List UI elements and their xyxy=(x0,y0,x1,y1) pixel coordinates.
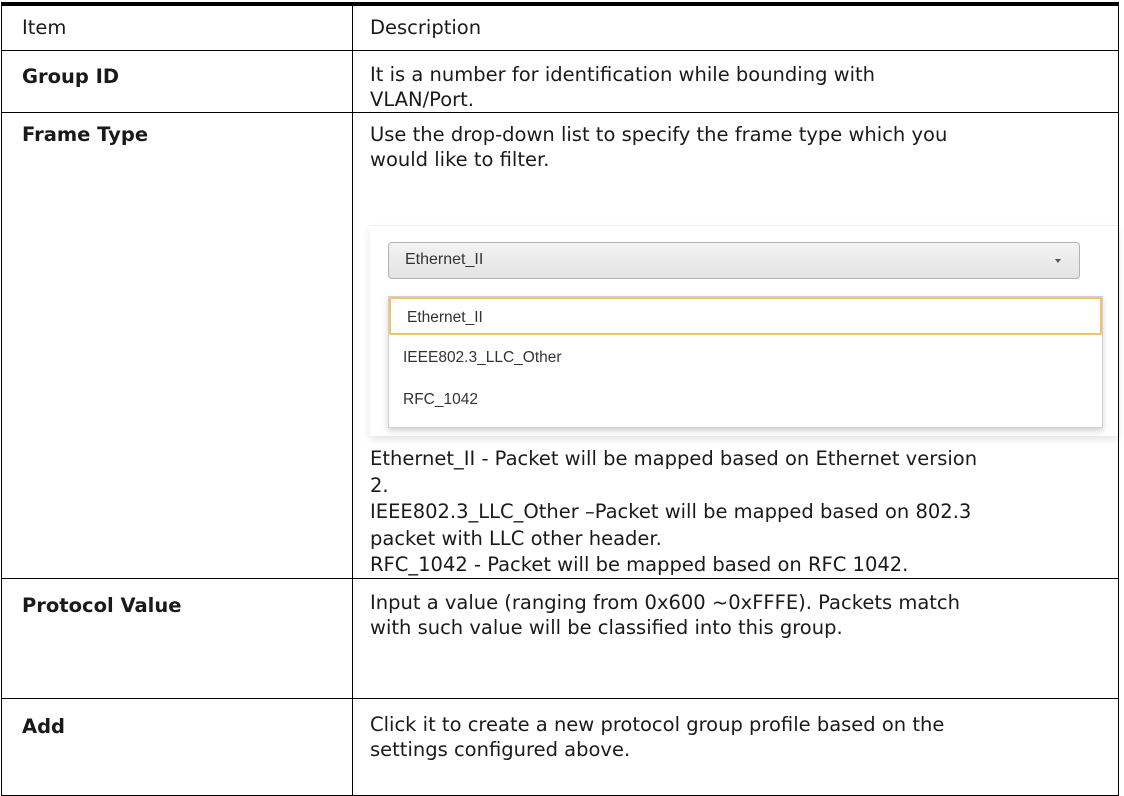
description-line: settings configured above. xyxy=(370,738,631,761)
description-line: Click it to create a new protocol group … xyxy=(370,713,945,736)
table-top-border xyxy=(1,2,1119,6)
row-description-add: Click it to create a new protocol group … xyxy=(370,712,1110,762)
column-divider xyxy=(352,2,353,796)
row-item-group-id: Group ID xyxy=(22,65,120,88)
description-line: would like to filter. xyxy=(370,148,550,171)
note-line: IEEE802.3_LLC_Other –Packet will be mapp… xyxy=(370,500,972,523)
row-divider xyxy=(1,112,1119,113)
chevron-down-icon xyxy=(1055,259,1061,263)
row-item-add: Add xyxy=(22,715,66,738)
note-line: Ethernet_II - Packet will be mapped base… xyxy=(370,447,978,470)
frame-type-notes: Ethernet_II - Packet will be mapped base… xyxy=(370,446,1110,579)
frame-type-options: Ethernet_II IEEE802.3_LLC_Other RFC_1042 xyxy=(388,296,1103,428)
note-line: RFC_1042 - Packet will be mapped based o… xyxy=(370,553,909,576)
row-divider xyxy=(1,698,1119,699)
frame-type-select-value: Ethernet_II xyxy=(405,251,484,268)
header-item: Item xyxy=(22,16,67,39)
description-line: Input a value (ranging from 0x600 ~0xFFF… xyxy=(370,591,960,614)
table-right-border xyxy=(1118,2,1119,796)
note-line: packet with LLC other header. xyxy=(370,526,662,550)
table-left-border xyxy=(1,2,2,796)
option-ethernet-ii[interactable]: Ethernet_II xyxy=(389,297,1102,335)
description-line: with such value will be classified into … xyxy=(370,616,843,639)
description-line: VLAN/Port. xyxy=(370,88,475,111)
note-line: 2. xyxy=(370,473,389,497)
frame-type-select[interactable]: Ethernet_II xyxy=(388,242,1080,279)
header-description: Description xyxy=(370,16,482,39)
row-description-group-id: It is a number for identification while … xyxy=(370,62,1110,112)
description-line: It is a number for identification while … xyxy=(370,63,876,86)
row-description-protocol-value: Input a value (ranging from 0x600 ~0xFFF… xyxy=(370,590,1110,640)
parameter-table: Item Description Group ID It is a number… xyxy=(0,0,1124,796)
row-description-frame-type: Use the drop-down list to specify the fr… xyxy=(370,122,1110,172)
row-divider xyxy=(1,50,1119,51)
row-item-protocol-value: Protocol Value xyxy=(22,594,182,617)
option-rfc-1042[interactable]: RFC_1042 xyxy=(389,381,1102,419)
row-item-frame-type: Frame Type xyxy=(22,123,149,146)
description-line: Use the drop-down list to specify the fr… xyxy=(370,123,948,146)
option-ieee802-3-llc-other[interactable]: IEEE802.3_LLC_Other xyxy=(389,339,1102,377)
